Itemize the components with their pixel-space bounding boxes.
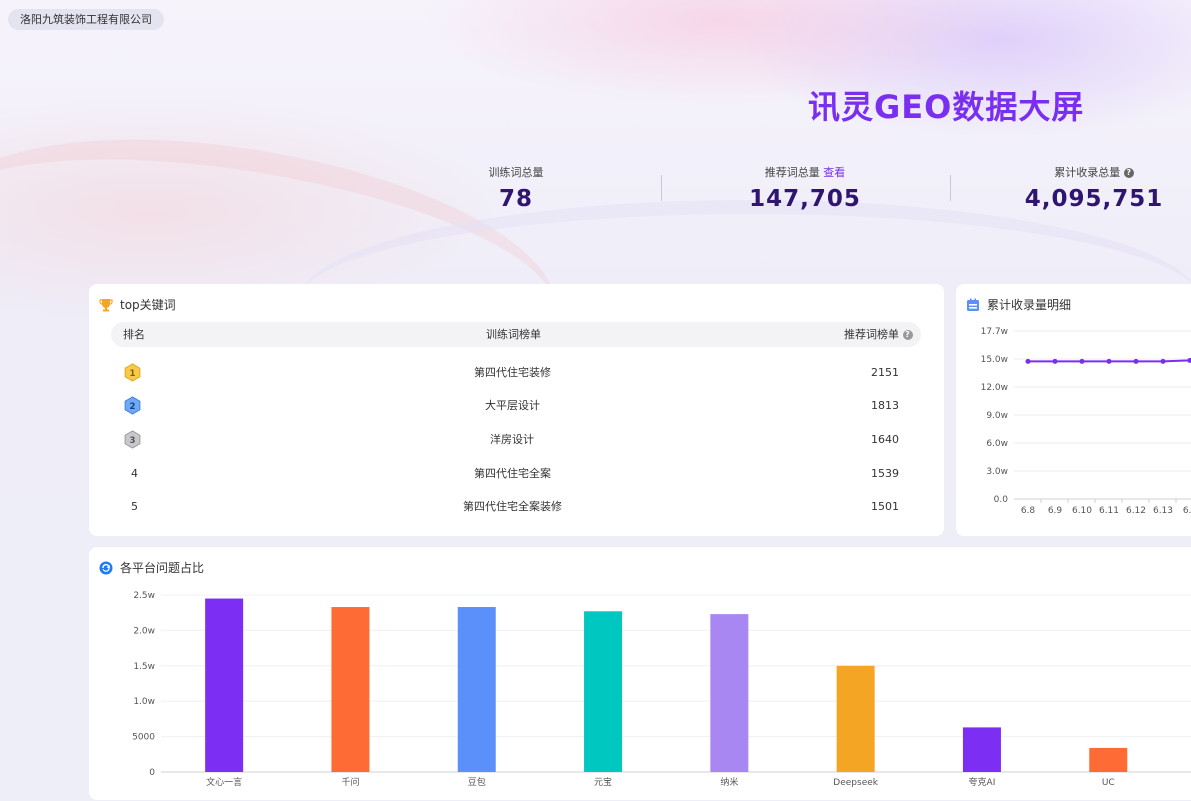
- stat-label: 累计收录总量 ?: [1024, 164, 1164, 180]
- table-row: 3 洋房设计 1640: [111, 423, 921, 456]
- x-tick-label: 纳米: [720, 776, 738, 788]
- stat-recommend-total: 推荐词总量 查看 147,705: [740, 164, 870, 212]
- bar: [1089, 747, 1128, 772]
- row-keyword: 大平层设计: [485, 399, 540, 412]
- table-header: 排名 训练词榜单 推荐词榜单 ?: [111, 322, 921, 347]
- line-point: [1106, 358, 1112, 364]
- bar: [962, 727, 1001, 772]
- y-tick-label: 5000: [132, 733, 155, 743]
- svg-text:2: 2: [130, 402, 136, 412]
- y-tick-label: 9.0w: [986, 411, 1008, 421]
- row-keyword: 第四代住宅装修: [474, 366, 551, 379]
- row-rank: 5: [131, 500, 138, 513]
- stat-divider: [950, 175, 951, 201]
- trophy-icon: [99, 298, 113, 311]
- stat-label: 推荐词总量 查看: [740, 164, 870, 180]
- x-tick-label: 6.11: [1099, 506, 1119, 516]
- stat-value: 147,705: [749, 186, 861, 212]
- line-chart: 0.0 3.0w 6.0w 9.0w 12.0w 15.0w 17.7w 6.8 6.9 6.10…: [981, 327, 1191, 516]
- page-title: 讯灵GEO数据大屏: [808, 88, 1085, 126]
- x-tick-label: 6.12: [1126, 506, 1146, 516]
- y-tick-label: 3.0w: [986, 467, 1008, 477]
- stat-label-text: 累计收录总量: [1054, 166, 1121, 179]
- x-tick-label: 夸克AI: [969, 776, 996, 788]
- x-tick-label: 6.9: [1048, 506, 1063, 516]
- x-tick-label: 6.8: [1021, 506, 1036, 516]
- y-tick-label: 1.0w: [133, 697, 155, 707]
- x-tick-label: 6.1: [1183, 506, 1191, 516]
- column-training: 训练词榜单: [486, 328, 541, 341]
- card-title: top关键词: [99, 296, 176, 313]
- stat-training-total: 训练词总量 78: [466, 164, 566, 212]
- line-point: [1052, 358, 1058, 364]
- y-tick-label: 1.5w: [133, 662, 155, 672]
- blue-medal-icon: 2: [124, 396, 141, 415]
- y-tick-label: 12.0w: [981, 383, 1008, 393]
- column-recommend: 推荐词榜单 ?: [844, 322, 913, 347]
- company-tag: 洛阳九筑装饰工程有限公司: [8, 9, 164, 30]
- column-rank: 排名: [123, 328, 145, 341]
- bar: [710, 614, 749, 772]
- help-icon[interactable]: ?: [902, 330, 913, 340]
- y-tick-label: 17.7w: [981, 327, 1008, 337]
- line-point: [1160, 358, 1166, 364]
- row-count: 1813: [871, 399, 899, 412]
- x-tick-label: Deepseek: [833, 778, 878, 788]
- line-point: [1133, 358, 1139, 364]
- stat-label: 训练词总量: [488, 166, 544, 179]
- index-detail-card: 累计收录量明细 0.0 3.0w 6.0w 9.0w 12.0w 15.0w 17.7w 6.…: [956, 284, 1191, 536]
- row-count: 1539: [871, 467, 899, 480]
- y-tick-label: 2.0w: [133, 626, 155, 636]
- x-tick-label: 6.10: [1072, 506, 1092, 516]
- y-tick-label: 15.0w: [981, 355, 1008, 365]
- top-keywords-title: top关键词: [120, 298, 176, 312]
- bar: [836, 665, 875, 772]
- bar: [331, 607, 370, 772]
- row-keyword: 第四代住宅全案装修: [463, 500, 562, 513]
- x-tick-label: UC: [1102, 778, 1115, 788]
- table-row: 5 第四代住宅全案装修 1501: [111, 490, 921, 523]
- svg-text:1: 1: [130, 369, 136, 379]
- silver-medal-icon: 3: [124, 430, 141, 449]
- column-recommend-label: 推荐词榜单: [844, 328, 899, 341]
- bar: [584, 611, 623, 772]
- table-row: 1 第四代住宅装修 2151: [111, 356, 921, 389]
- help-icon[interactable]: ?: [1123, 168, 1134, 178]
- table-row: 2 大平层设计 1813: [111, 389, 921, 422]
- x-tick-label: 文心一言: [206, 776, 242, 788]
- view-link[interactable]: 查看: [823, 166, 845, 179]
- gold-medal-icon: 1: [124, 363, 141, 382]
- y-tick-label: 0.0: [994, 495, 1009, 505]
- table-row: 4 第四代住宅全案 1539: [111, 457, 921, 490]
- row-keyword: 第四代住宅全案: [474, 467, 551, 480]
- x-tick-label: 千问: [341, 776, 359, 788]
- stat-value: 4,095,751: [1024, 186, 1164, 212]
- stat-value: 78: [498, 186, 533, 212]
- y-tick-label: 0: [149, 768, 155, 778]
- row-keyword: 洋房设计: [490, 433, 534, 446]
- svg-text:3: 3: [130, 436, 136, 446]
- stat-divider: [661, 175, 662, 201]
- y-tick-label: 6.0w: [986, 439, 1008, 449]
- row-rank: 4: [131, 467, 138, 480]
- stat-index-total: 累计收录总量 ? 4,095,751: [1024, 164, 1164, 212]
- line-point: [1025, 358, 1031, 364]
- bar-chart: 0 5000 1.0w 1.5w 2.0w 2.5w 文心一言 千问 豆包 元宝 纳米 Deepsee…: [132, 591, 1191, 788]
- y-tick-label: 2.5w: [133, 591, 155, 601]
- bar: [205, 598, 244, 772]
- top-keywords-card: top关键词 排名 训练词榜单 推荐词榜单 ? 1 第四代住宅装修 2151 2…: [89, 284, 944, 536]
- row-count: 2151: [871, 366, 899, 379]
- bar: [457, 607, 496, 772]
- x-tick-label: 豆包: [468, 776, 486, 788]
- x-tick-label: 6.13: [1153, 506, 1173, 516]
- platform-share-card: 各平台问题占比 0 5000 1.0w 1.5w 2.0w 2.5w 文心一言 千问 豆包 元宝纳…: [89, 547, 1191, 800]
- x-tick-label: 元宝: [594, 776, 612, 788]
- line-point: [1079, 358, 1085, 364]
- row-count: 1640: [871, 433, 899, 446]
- row-count: 1501: [871, 500, 899, 513]
- stat-label-text: 推荐词总量: [764, 166, 820, 179]
